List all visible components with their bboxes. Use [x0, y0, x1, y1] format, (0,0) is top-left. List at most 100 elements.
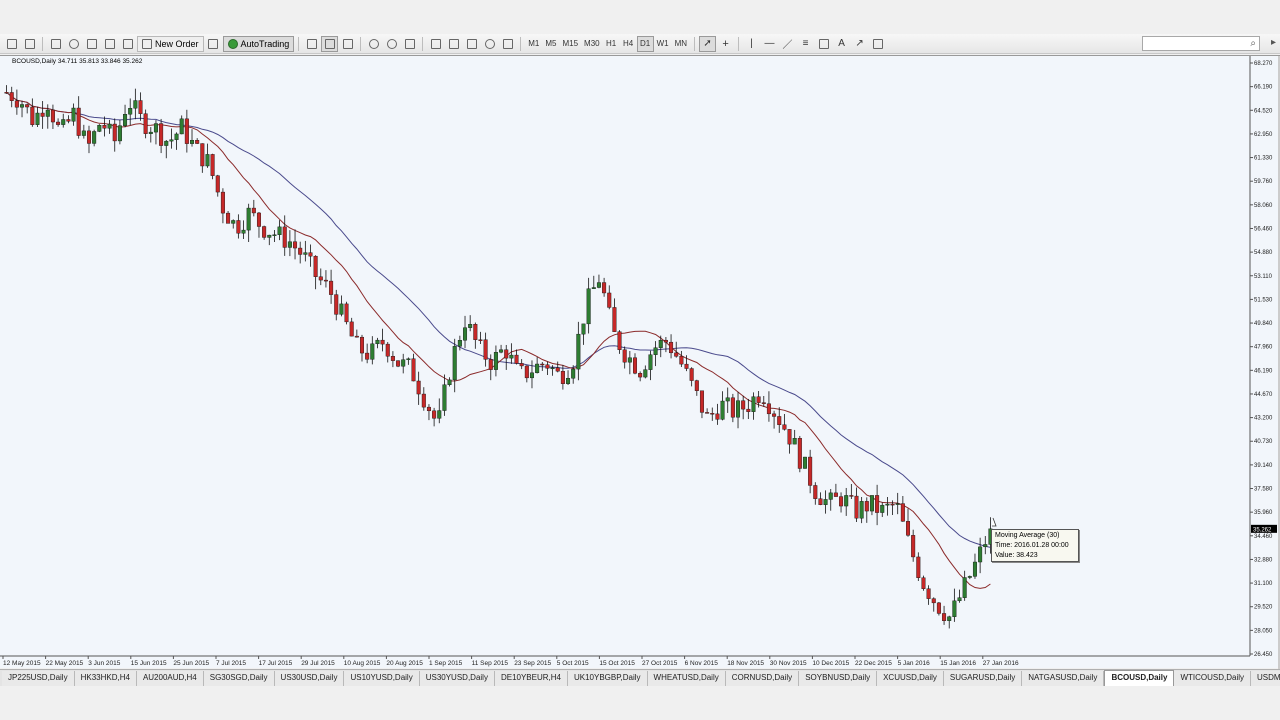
- toolbar-separator: [360, 36, 362, 51]
- candle-body: [488, 359, 493, 370]
- new-chart-button[interactable]: [3, 36, 20, 52]
- candle-body: [802, 456, 807, 469]
- chart-tab[interactable]: NATGASUSD,Daily: [1022, 671, 1105, 686]
- cursor-icon: ➚: [703, 38, 712, 49]
- timeframe-m15-button[interactable]: M15: [559, 36, 581, 52]
- candle-body: [761, 402, 766, 404]
- candle-body: [663, 339, 668, 343]
- terminal-button[interactable]: [101, 36, 118, 52]
- candle-body: [50, 109, 55, 123]
- candle-body: [334, 294, 339, 315]
- candle-body: [638, 373, 643, 378]
- crosshair-button[interactable]: +: [717, 36, 734, 52]
- market-watch-button[interactable]: [47, 36, 64, 52]
- candle-body: [416, 380, 421, 395]
- autotrading-button[interactable]: AutoTrading: [222, 35, 295, 52]
- horizontal-line-button[interactable]: —: [761, 36, 778, 52]
- timeframe-h1-button[interactable]: H1: [603, 36, 620, 52]
- chart-tab[interactable]: WTICOUSD,Daily: [1174, 671, 1252, 686]
- candle-body: [699, 390, 704, 413]
- text-button[interactable]: A: [833, 36, 850, 52]
- fibonacci-button[interactable]: [815, 36, 832, 52]
- price-tick-label: 64.520: [1254, 108, 1273, 114]
- vertical-line-button[interactable]: |: [743, 36, 760, 52]
- candlesticks-button[interactable]: [321, 35, 339, 52]
- navigator-button[interactable]: [83, 36, 100, 52]
- chart-tab[interactable]: AU200AUD,H4: [136, 671, 204, 686]
- timeframe-m1-button[interactable]: M1: [525, 36, 542, 52]
- timeframe-d1-button[interactable]: D1: [636, 35, 654, 52]
- zoom-out-button[interactable]: [383, 36, 400, 52]
- bar-chart-button[interactable]: [303, 36, 320, 52]
- candle-body: [236, 220, 241, 234]
- chart-tab[interactable]: US10YUSD,Daily: [344, 671, 420, 686]
- new-order-button[interactable]: New Order: [137, 35, 204, 52]
- candle-body: [215, 175, 220, 193]
- chart-window[interactable]: 68.270 66.190 64.520 62.950 61.330 59.760 58.0…: [0, 55, 1280, 669]
- chart-tab[interactable]: SOYBNUSD,Daily: [799, 671, 878, 686]
- templates-button[interactable]: [499, 36, 516, 52]
- zoom-in-button[interactable]: [365, 36, 382, 52]
- candle-body: [61, 119, 66, 125]
- timeframe-m5-button[interactable]: M5: [542, 36, 559, 52]
- candle-body: [566, 378, 571, 384]
- candle-body: [751, 396, 756, 412]
- candle-body: [514, 354, 519, 364]
- chart-tab[interactable]: UK10YBGBP,Daily: [567, 671, 648, 686]
- time-tick-label: 10 Dec 2015: [812, 660, 849, 667]
- candle-body: [627, 357, 632, 363]
- candle-body: [349, 321, 354, 337]
- chart-tab[interactable]: DE10YBEUR,H4: [494, 671, 568, 686]
- candle-body: [864, 501, 869, 512]
- candle-body: [772, 413, 777, 417]
- candle-body: [483, 339, 488, 360]
- channel-button[interactable]: ≡: [797, 36, 814, 52]
- chart-shift-button[interactable]: [427, 36, 444, 52]
- chart-tab[interactable]: HK33HKD,H4: [74, 671, 137, 686]
- chart-tab[interactable]: CORNUSD,Daily: [725, 671, 800, 686]
- line-chart-button[interactable]: [339, 36, 356, 52]
- periods-button[interactable]: [481, 36, 498, 52]
- chart-tab[interactable]: US30USD,Daily: [274, 671, 345, 686]
- candle-body: [246, 207, 251, 231]
- chart-tab[interactable]: WHEATUSD,Daily: [647, 671, 726, 686]
- search-icon[interactable]: ⌕: [1250, 38, 1256, 49]
- candle-body: [983, 544, 988, 548]
- cursor-button[interactable]: ➚: [699, 35, 717, 52]
- candle-body: [298, 247, 303, 255]
- timeframe-mn-button[interactable]: MN: [672, 36, 690, 52]
- data-window-button[interactable]: [65, 36, 82, 52]
- profiles-button[interactable]: [21, 36, 38, 52]
- chart-tab[interactable]: XCUUSD,Daily: [877, 671, 944, 686]
- candle-body: [81, 130, 86, 136]
- tile-windows-button[interactable]: [401, 36, 418, 52]
- search-input[interactable]: ⌕: [1142, 36, 1260, 51]
- chart-tab[interactable]: SG30SGD,Daily: [203, 671, 275, 686]
- zoom-in-icon: [368, 38, 379, 49]
- candle-body: [401, 359, 406, 367]
- chart-tab[interactable]: SUGARUSD,Daily: [943, 671, 1023, 686]
- candle-body: [174, 133, 179, 140]
- chart-tab[interactable]: JP225USD,Daily: [2, 671, 75, 686]
- price-tick-label: 40.730: [1254, 439, 1273, 445]
- strategy-tester-button[interactable]: [119, 36, 136, 52]
- chart-tab[interactable]: US30YUSD,Daily: [419, 671, 495, 686]
- chart-tab[interactable]: BCOUSD,Daily: [1104, 670, 1175, 686]
- toolbar-separator: [298, 36, 300, 51]
- toolbar-more-icon[interactable]: ▸: [1271, 37, 1276, 48]
- timeframe-m30-button[interactable]: M30: [581, 36, 603, 52]
- timeframe-h4-button[interactable]: H4: [620, 36, 637, 52]
- indicators-button[interactable]: [463, 36, 480, 52]
- timeframe-w1-button[interactable]: W1: [654, 36, 672, 52]
- chart-tab[interactable]: USDMXN: [1251, 671, 1280, 686]
- candle-body: [736, 400, 741, 418]
- candle-body: [962, 577, 967, 598]
- candle-body: [117, 125, 122, 142]
- arrows-button[interactable]: ↗: [851, 36, 868, 52]
- price-chart[interactable]: 68.270 66.190 64.520 62.950 61.330 59.760 58.0…: [0, 56, 1278, 669]
- objects-button[interactable]: [869, 36, 886, 52]
- trendline-button[interactable]: ／: [779, 36, 796, 52]
- metaeditor-button[interactable]: [205, 36, 222, 52]
- auto-scroll-button[interactable]: [445, 36, 462, 52]
- candle-body: [303, 252, 308, 255]
